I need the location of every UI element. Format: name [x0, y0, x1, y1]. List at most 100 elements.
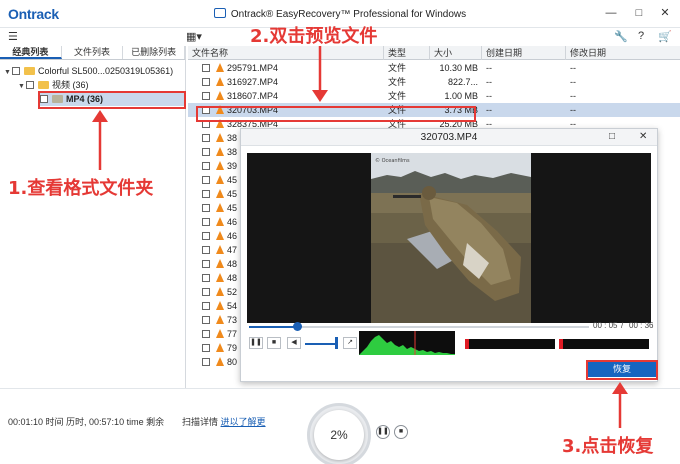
expand-arrow-icon[interactable]: ▼	[4, 66, 12, 80]
vlc-file-icon	[216, 259, 224, 268]
column-header-type[interactable]: 类型	[384, 46, 430, 60]
vlc-file-icon	[216, 329, 224, 338]
file-modified-cell: --	[570, 105, 576, 115]
vlc-file-icon	[216, 217, 224, 226]
column-header-size[interactable]: 大小	[430, 46, 482, 60]
vlc-file-icon	[216, 77, 224, 86]
minimize-icon[interactable]: —	[604, 6, 618, 20]
tab-deleted-list[interactable]: 已删除列表	[123, 46, 186, 59]
wrench-icon[interactable]: 🔧	[614, 30, 628, 43]
volume-knob[interactable]	[335, 337, 338, 349]
file-name-cell: 45	[216, 173, 237, 187]
file-modified-cell: --	[570, 63, 576, 73]
preview-title: 320703.MP4	[420, 132, 478, 143]
vlc-file-icon	[216, 147, 224, 156]
seek-knob[interactable]	[293, 322, 302, 331]
row-checkbox[interactable]	[202, 327, 214, 341]
row-checkbox[interactable]	[202, 61, 214, 75]
row-checkbox[interactable]	[202, 355, 214, 369]
tree-item-label: Colorful SL500...0250319L05361)	[38, 66, 174, 76]
file-name-cell: 73	[216, 313, 237, 327]
vlc-file-icon	[216, 287, 224, 296]
vlc-file-icon	[216, 245, 224, 254]
vlc-file-icon	[216, 63, 224, 72]
column-header-created[interactable]: 创建日期	[482, 46, 566, 60]
preview-window: 320703.MP4 □ ✕ © Oceanfilms 00: 05 / 00…	[240, 128, 658, 382]
folder-icon	[24, 67, 35, 75]
file-created-cell: --	[486, 105, 492, 115]
audio-meter-left	[465, 339, 555, 349]
cart-icon[interactable]: 🛒	[658, 30, 672, 43]
row-checkbox[interactable]	[202, 215, 214, 229]
file-modified-cell: --	[570, 91, 576, 101]
file-size-cell: 1.00 MB	[444, 91, 478, 101]
video-player[interactable]: © Oceanfilms	[247, 153, 651, 323]
file-name-cell: 318607.MP4	[216, 89, 278, 103]
row-checkbox[interactable]	[202, 187, 214, 201]
row-checkbox[interactable]	[202, 229, 214, 243]
tree-item-drive[interactable]: ▼ Colorful SL500...0250319L05361)	[4, 64, 173, 78]
stop-scan-icon[interactable]: ■	[394, 425, 408, 439]
column-header-modified[interactable]: 修改日期	[566, 46, 680, 60]
help-icon[interactable]: ?	[638, 30, 644, 42]
close-icon[interactable]: ✕	[639, 131, 647, 142]
table-row[interactable]: 316927.MP4 文件 822.7... -- --	[188, 75, 680, 89]
time-separator: /	[621, 321, 624, 330]
vlc-file-icon	[216, 91, 224, 100]
row-checkbox[interactable]	[202, 243, 214, 257]
scan-progress-text: 2%	[314, 410, 364, 460]
row-checkbox[interactable]	[202, 131, 214, 145]
row-checkbox[interactable]	[202, 299, 214, 313]
row-checkbox[interactable]	[202, 201, 214, 215]
expand-arrow-icon[interactable]: ▼	[18, 80, 26, 94]
vlc-file-icon	[216, 273, 224, 282]
row-checkbox[interactable]	[202, 75, 214, 89]
seek-bar[interactable]	[249, 322, 589, 331]
annotation-arrow-up-icon	[92, 110, 108, 170]
vlc-file-icon	[216, 315, 224, 324]
table-row[interactable]: 318607.MP4 文件 1.00 MB -- --	[188, 89, 680, 103]
file-name-cell: 295791.MP4	[216, 61, 278, 75]
maximize-icon[interactable]: □	[609, 131, 615, 142]
checkbox[interactable]	[12, 67, 20, 75]
tab-file-list[interactable]: 文件列表	[62, 46, 124, 59]
file-name-cell: 54	[216, 299, 237, 313]
maximize-icon[interactable]: □	[632, 6, 646, 20]
vlc-file-icon	[216, 189, 224, 198]
volume-icon[interactable]: ◀	[287, 337, 301, 349]
view-grid-icon[interactable]: ▦▾	[186, 30, 202, 43]
row-checkbox[interactable]	[202, 145, 214, 159]
annotation-step2: 2.双击预览文件	[250, 26, 378, 47]
volume-slider[interactable]	[305, 343, 337, 345]
row-checkbox[interactable]	[202, 173, 214, 187]
pause-icon[interactable]: ❚❚	[249, 337, 263, 349]
video-watermark: © Oceanfilms	[375, 157, 410, 164]
checkbox[interactable]	[26, 81, 34, 89]
file-name-cell: 79	[216, 341, 237, 355]
row-checkbox[interactable]	[202, 89, 214, 103]
annotation-box-folder	[38, 91, 186, 109]
table-row[interactable]: 295791.MP4 文件 10.30 MB -- --	[188, 61, 680, 75]
file-type-cell: 文件	[388, 77, 407, 87]
column-header-name[interactable]: 文件名称	[188, 46, 384, 60]
row-checkbox[interactable]	[202, 159, 214, 173]
file-name-cell: 48	[216, 271, 237, 285]
scan-details-link[interactable]: 进以了解更	[221, 417, 266, 427]
row-checkbox[interactable]	[202, 341, 214, 355]
menu-icon[interactable]: ☰	[8, 30, 18, 43]
tree-item-videos[interactable]: ▼ 视频 (36)	[18, 78, 89, 92]
folder-icon	[38, 81, 49, 89]
row-checkbox[interactable]	[202, 271, 214, 285]
file-created-cell: --	[486, 63, 492, 73]
close-icon[interactable]: ✕	[658, 6, 672, 20]
tab-classic-list[interactable]: 经典列表	[0, 46, 62, 59]
row-checkbox[interactable]	[202, 285, 214, 299]
scan-details: 扫描详情 进以了解更	[182, 415, 266, 428]
annotation-arrow-up-icon	[612, 382, 628, 428]
annotation-box-restore	[586, 360, 658, 380]
pause-scan-icon[interactable]: ❚❚	[376, 425, 390, 439]
fullscreen-icon[interactable]: ↗	[343, 337, 357, 349]
row-checkbox[interactable]	[202, 257, 214, 271]
row-checkbox[interactable]	[202, 313, 214, 327]
stop-icon[interactable]: ■	[267, 337, 281, 349]
